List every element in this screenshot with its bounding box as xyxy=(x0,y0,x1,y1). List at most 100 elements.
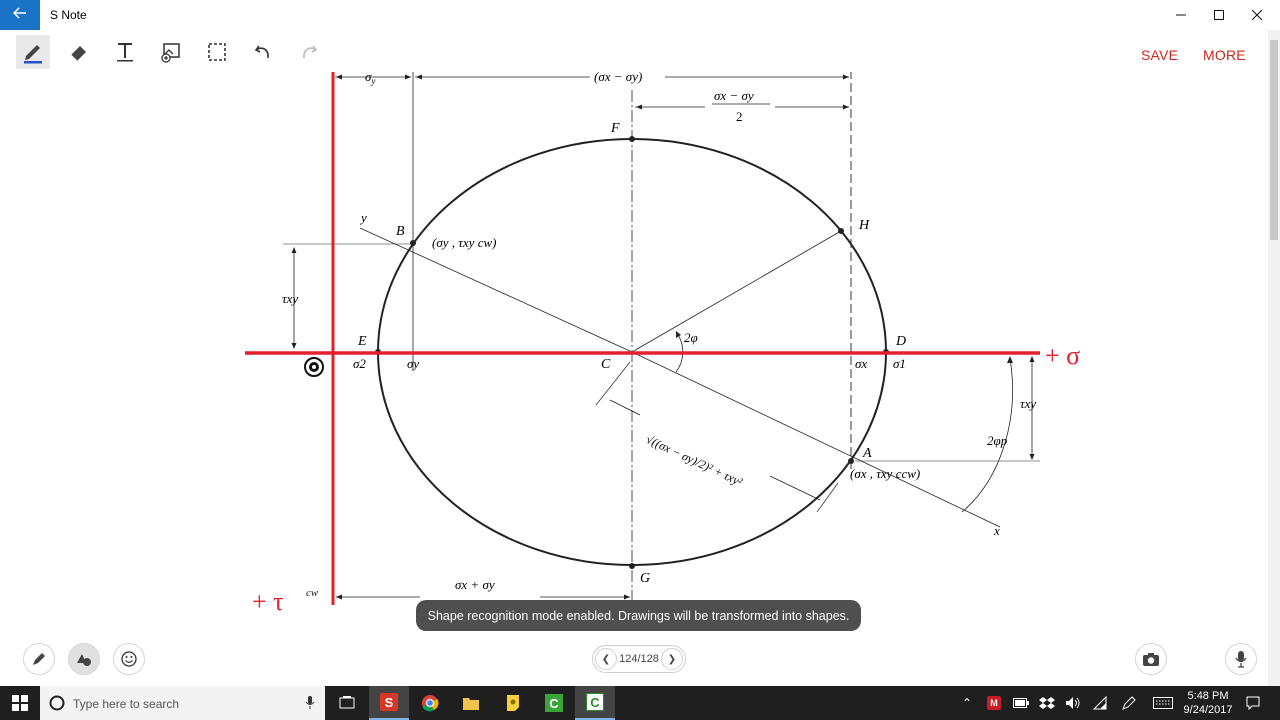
emoji-icon xyxy=(121,651,137,667)
taskbar-snote[interactable]: S xyxy=(369,686,409,720)
taskbar-file-explorer[interactable] xyxy=(451,686,491,720)
page-indicator: 124/128 xyxy=(619,653,659,665)
shape-recognition-icon xyxy=(77,654,91,666)
tray-wifi[interactable] xyxy=(1089,686,1111,720)
next-page-button[interactable]: ❯ xyxy=(660,648,683,670)
line-C-H xyxy=(631,230,842,353)
label-D: D xyxy=(895,334,906,349)
camera-icon xyxy=(1143,653,1159,666)
eraser-icon xyxy=(70,46,86,62)
sticky-app-icon xyxy=(507,695,519,711)
minimize-button[interactable] xyxy=(1162,0,1200,30)
dropbox-icon xyxy=(1039,697,1055,709)
windows-taskbar: Type here to search S C C ⌃ M 5:48 PM 9/… xyxy=(0,686,1280,720)
image-insert-button[interactable] xyxy=(154,35,188,69)
label-2phi: 2φ xyxy=(684,330,698,345)
point-B xyxy=(410,240,416,246)
clock-date: 9/24/2017 xyxy=(1183,704,1233,716)
clock-time: 5:48 PM xyxy=(1187,690,1229,702)
taskbar-camtasia-recorder[interactable]: C xyxy=(575,686,615,720)
tray-pen[interactable] xyxy=(1118,686,1140,720)
close-icon xyxy=(1252,10,1262,20)
tray-battery[interactable] xyxy=(1010,686,1032,720)
eraser-tool-button[interactable] xyxy=(62,35,96,69)
pen-tray-icon xyxy=(1122,696,1136,710)
window-title: S Note xyxy=(50,8,87,22)
back-button[interactable] xyxy=(0,0,40,30)
tray-mcafee[interactable]: M xyxy=(983,686,1005,720)
shape-recognition-button[interactable] xyxy=(68,643,100,675)
chevron-right-icon: ❯ xyxy=(667,653,677,665)
mohr-circle-diagram: σx σy (σx − σy) σx − σy 2 xyxy=(245,72,1080,616)
volume-icon xyxy=(1066,697,1080,709)
text-icon xyxy=(117,43,133,62)
pen-cursor-icon xyxy=(304,357,324,377)
microphone-icon xyxy=(1235,651,1247,668)
file-explorer-icon xyxy=(463,698,479,710)
tray-volume[interactable] xyxy=(1062,686,1084,720)
label-2phi-p: 2φp xyxy=(987,433,1008,448)
label-G: G xyxy=(640,571,650,586)
tray-overflow-button[interactable]: ⌃ xyxy=(956,686,978,720)
label-sigma-2: σ2 xyxy=(353,356,366,371)
tray-keyboard[interactable] xyxy=(1150,686,1176,720)
close-button[interactable] xyxy=(1238,0,1276,30)
taskbar-sticky-app[interactable] xyxy=(493,686,533,720)
label-A: A xyxy=(862,446,872,461)
emoji-button[interactable] xyxy=(113,643,145,675)
battery-icon xyxy=(1013,698,1029,708)
save-button[interactable]: SAVE xyxy=(1141,47,1178,63)
text-tool-button[interactable] xyxy=(108,35,142,69)
search-placeholder: Type here to search xyxy=(73,697,180,711)
ink-plus-tau: + τ xyxy=(252,587,284,616)
cortana-icon xyxy=(49,695,65,711)
selection-tool-button[interactable] xyxy=(200,35,234,69)
label-x: x xyxy=(993,523,1000,538)
selection-icon xyxy=(208,43,226,61)
task-view-button[interactable] xyxy=(327,686,367,720)
more-button[interactable]: MORE xyxy=(1203,47,1246,63)
label-B: B xyxy=(396,224,405,239)
label-sum-num: σx + σy xyxy=(455,577,495,592)
label-E: E xyxy=(357,334,367,349)
note-canvas[interactable]: σx σy (σx − σy) σx − σy 2 xyxy=(0,72,1268,686)
pen-settings-button[interactable] xyxy=(23,643,55,675)
point-A xyxy=(848,458,854,464)
taskbar-camtasia[interactable]: C xyxy=(534,686,574,720)
undo-icon xyxy=(254,45,269,59)
maximize-button[interactable] xyxy=(1200,0,1238,30)
scroll-thumb[interactable] xyxy=(1270,40,1278,240)
taskbar-clock[interactable]: 5:48 PM 9/24/2017 xyxy=(1176,689,1240,717)
chevron-up-icon: ⌃ xyxy=(961,696,973,710)
arrow-left-icon xyxy=(12,6,27,24)
voice-record-button[interactable] xyxy=(1225,643,1257,675)
vertical-scrollbar[interactable] xyxy=(1268,30,1280,686)
camtasia-recorder-icon: C xyxy=(586,693,604,711)
page-navigator: ❮ 124/128 ❯ xyxy=(592,645,686,673)
ink-plus-sigma: + σ xyxy=(1045,341,1080,370)
prev-page-button[interactable]: ❮ xyxy=(595,648,617,670)
toolbar xyxy=(0,30,1268,73)
microphone-icon xyxy=(305,696,315,709)
label-A-coord: (σx , τxy ccw) xyxy=(850,466,920,481)
image-insert-icon xyxy=(161,43,180,63)
taskbar-chrome[interactable] xyxy=(410,686,450,720)
redo-button[interactable] xyxy=(292,35,326,69)
taskbar-search[interactable]: Type here to search xyxy=(40,686,325,720)
start-button[interactable] xyxy=(0,686,40,720)
mcafee-icon: M xyxy=(987,696,1001,710)
undo-button[interactable] xyxy=(246,35,280,69)
label-F: F xyxy=(610,121,620,136)
label-H: H xyxy=(858,218,870,233)
label-B-coord: (σy , τxy cw) xyxy=(432,235,496,250)
tray-dropbox[interactable] xyxy=(1036,686,1058,720)
action-center-button[interactable] xyxy=(1242,686,1264,720)
title-bar: S Note xyxy=(0,0,1280,30)
label-half-diff-num: σx − σy xyxy=(714,88,754,103)
maximize-icon xyxy=(1214,10,1224,20)
camera-button[interactable] xyxy=(1135,643,1167,675)
point-H xyxy=(838,228,844,234)
pen-tool-button[interactable] xyxy=(16,35,50,69)
label-sigma-y-axis: σy xyxy=(407,356,419,371)
pen-icon xyxy=(24,45,42,64)
